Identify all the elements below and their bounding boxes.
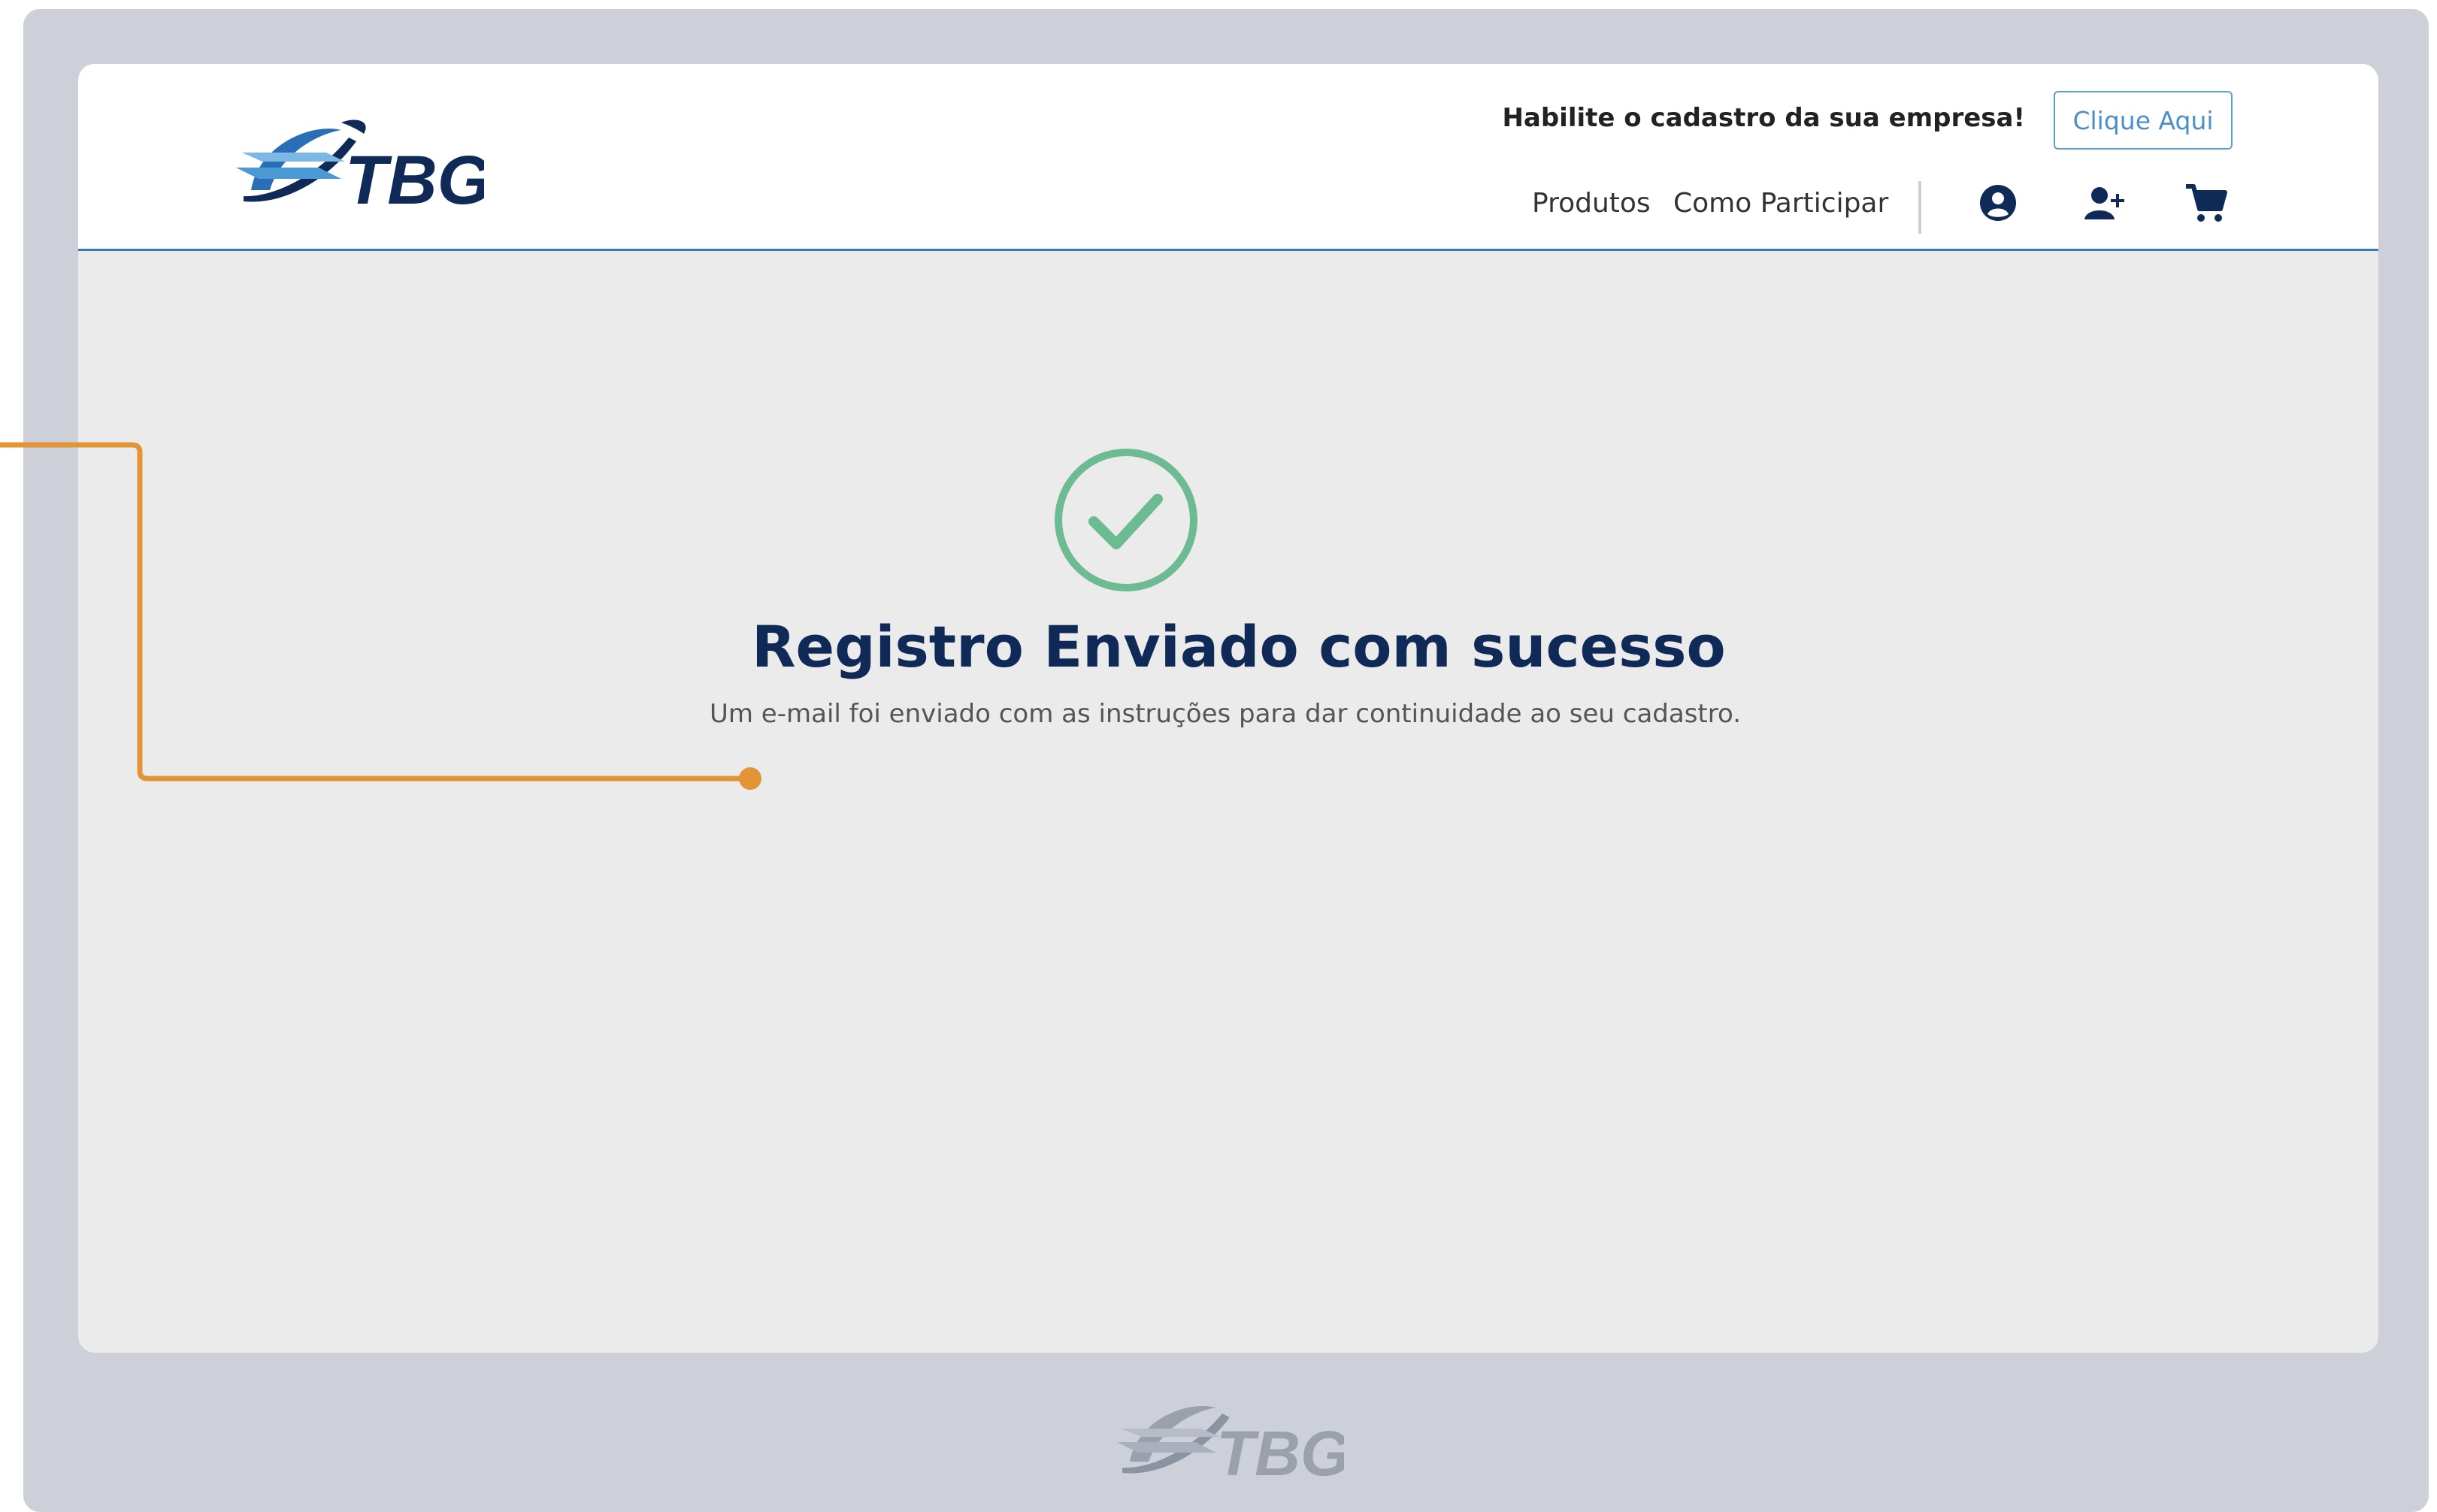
user-circle-icon[interactable] <box>1975 180 2021 225</box>
success-title: Registro Enviado com sucesso <box>752 613 1726 680</box>
footer-logo-text: TBG <box>1216 1418 1344 1484</box>
site-header: TBG Habilite o cadastro da sua empresa! … <box>78 64 2378 251</box>
cart-icon[interactable] <box>2183 180 2228 225</box>
nav-como-participar[interactable]: Como Participar <box>1673 188 1888 219</box>
check-circle-icon <box>1055 449 1197 591</box>
nav-divider <box>1918 181 1921 234</box>
footer-tbg-logo: TBG <box>1117 1405 1344 1484</box>
logo-text: TBG <box>345 142 484 213</box>
promo-text: Habilite o cadastro da sua empresa! <box>1502 103 2025 133</box>
nav-produtos[interactable]: Produtos <box>1532 188 1651 219</box>
success-subtitle: Um e-mail foi enviado com as instruções … <box>709 699 1742 729</box>
add-user-icon[interactable] <box>2081 180 2127 225</box>
tbg-logo[interactable]: TBG <box>229 107 484 213</box>
clique-aqui-button[interactable]: Clique Aqui <box>2054 91 2233 150</box>
